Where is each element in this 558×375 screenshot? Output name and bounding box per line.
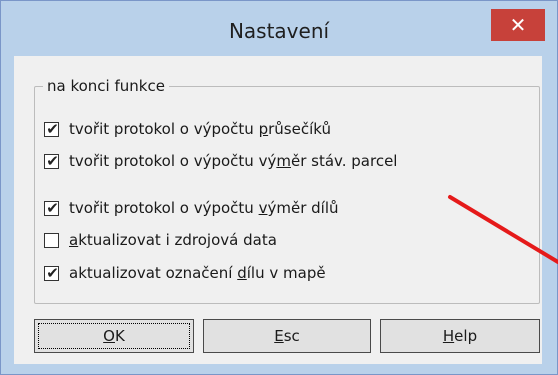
annotation-arrow: [448, 195, 558, 264]
